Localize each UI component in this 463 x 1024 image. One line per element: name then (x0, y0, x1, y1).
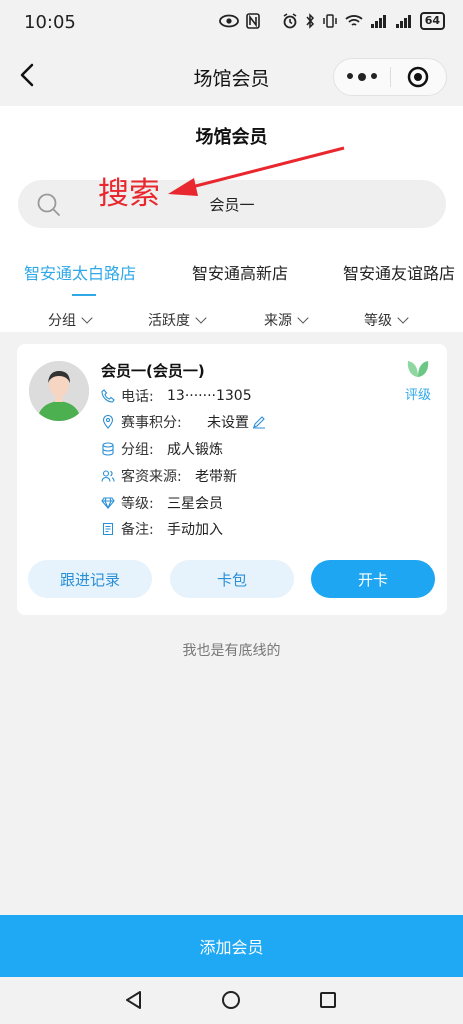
close-miniprogram-button[interactable] (390, 66, 446, 88)
card-pack-button[interactable]: 卡包 (170, 560, 294, 598)
chevron-down-icon (397, 312, 409, 324)
filter-bar: 分组 活跃度 来源 等级 (0, 306, 463, 332)
level-value: 三星会员 (167, 496, 223, 512)
location-icon (102, 415, 114, 429)
vibrate-icon (322, 14, 337, 28)
group-value: 成人锻炼 (167, 442, 223, 458)
info-row-note: 备注: 手动加入 (101, 518, 223, 540)
add-member-button[interactable]: 添加会员 (0, 915, 463, 977)
end-of-list-note: 我也是有底线的 (182, 643, 281, 659)
filter-level[interactable]: 等级 (364, 310, 409, 330)
circle-home-icon (222, 991, 240, 1009)
nfc-icon (245, 13, 260, 29)
chevron-down-icon (81, 312, 93, 324)
info-row-level: 等级: 三星会员 (101, 492, 223, 514)
tab-youyi-road[interactable]: 智安通友谊路店 (343, 260, 455, 284)
header-panel: 场馆会员 会员一 搜索 (0, 106, 463, 332)
filter-level-label: 等级 (364, 313, 392, 329)
eye-icon (218, 14, 239, 28)
filter-source[interactable]: 来源 (264, 310, 309, 330)
back-nav-button[interactable] (124, 990, 144, 1014)
info-row-points: 赛事积分: 未设置 (101, 411, 266, 433)
status-bar: 10:05 64 (0, 0, 463, 48)
filter-group-label: 分组 (48, 313, 76, 329)
level-label: 等级: (121, 496, 154, 512)
open-card-button[interactable]: 开卡 (311, 560, 435, 598)
filter-source-label: 来源 (264, 313, 292, 329)
nav-bar: 场馆会员 (0, 48, 463, 106)
info-row-group: 分组: 成人锻炼 (101, 438, 223, 460)
filter-group[interactable]: 分组 (48, 310, 93, 330)
member-card[interactable]: 会员一(会员一) 评级 电话: 13·······1305 赛事积分: 未设置 … (17, 344, 447, 615)
group-label: 分组: (121, 442, 154, 458)
tab-taibai-road[interactable]: 智安通太白路店 (24, 260, 136, 284)
signal-icon (370, 15, 386, 28)
avatar (29, 361, 89, 421)
phone-value: 13·······1305 (167, 388, 252, 404)
points-value: 未设置 (207, 415, 249, 431)
note-icon (102, 522, 114, 536)
active-tab-indicator (72, 294, 96, 296)
rating-label: 评级 (404, 388, 431, 403)
more-button[interactable] (334, 73, 390, 81)
source-value: 老带新 (195, 469, 237, 485)
chevron-down-icon (297, 312, 309, 324)
filter-activity[interactable]: 活跃度 (148, 310, 207, 330)
follow-record-button[interactable]: 跟进记录 (28, 560, 152, 598)
bluetooth-icon (306, 13, 314, 29)
source-label: 客资来源: (121, 469, 182, 485)
database-icon (102, 442, 114, 456)
note-label: 备注: (121, 522, 154, 538)
tab-gaoxin[interactable]: 智安通高新店 (192, 260, 288, 284)
miniprogram-capsule (333, 58, 447, 96)
points-label: 赛事积分: (121, 415, 182, 431)
people-icon (101, 470, 115, 482)
annotation-arrow (168, 146, 345, 196)
note-value: 手动加入 (167, 522, 223, 538)
info-row-source: 客资来源: 老带新 (101, 465, 237, 487)
wifi-icon (345, 15, 363, 26)
recents-nav-button[interactable] (318, 990, 338, 1014)
alarm-icon (283, 13, 297, 29)
status-time: 10:05 (24, 12, 76, 33)
signal-icon-2 (395, 15, 411, 28)
phone-icon (101, 389, 115, 403)
triangle-back-icon (126, 991, 141, 1009)
home-nav-button[interactable] (221, 990, 241, 1014)
system-nav-bar (0, 977, 463, 1024)
chevron-down-icon (195, 312, 207, 324)
avatar-person-icon (29, 361, 89, 421)
phone-label: 电话: (121, 389, 154, 405)
info-row-phone: 电话: 13·······1305 (101, 385, 252, 407)
member-name: 会员一(会员一) (101, 362, 205, 380)
diamond-icon (101, 497, 115, 510)
rating-button[interactable]: 评级 (401, 358, 435, 403)
filter-activity-label: 活跃度 (148, 313, 190, 329)
search-annotation: 搜索 (98, 176, 160, 212)
leaf-icon (407, 361, 429, 377)
status-icons: 64 (218, 12, 445, 30)
edit-icon[interactable] (252, 415, 266, 429)
battery-level: 64 (419, 12, 445, 30)
square-recents-icon (320, 992, 336, 1008)
target-icon (407, 66, 429, 88)
store-tab-bar: 智安通太白路店 智安通高新店 智安通友谊路店 (0, 256, 463, 296)
